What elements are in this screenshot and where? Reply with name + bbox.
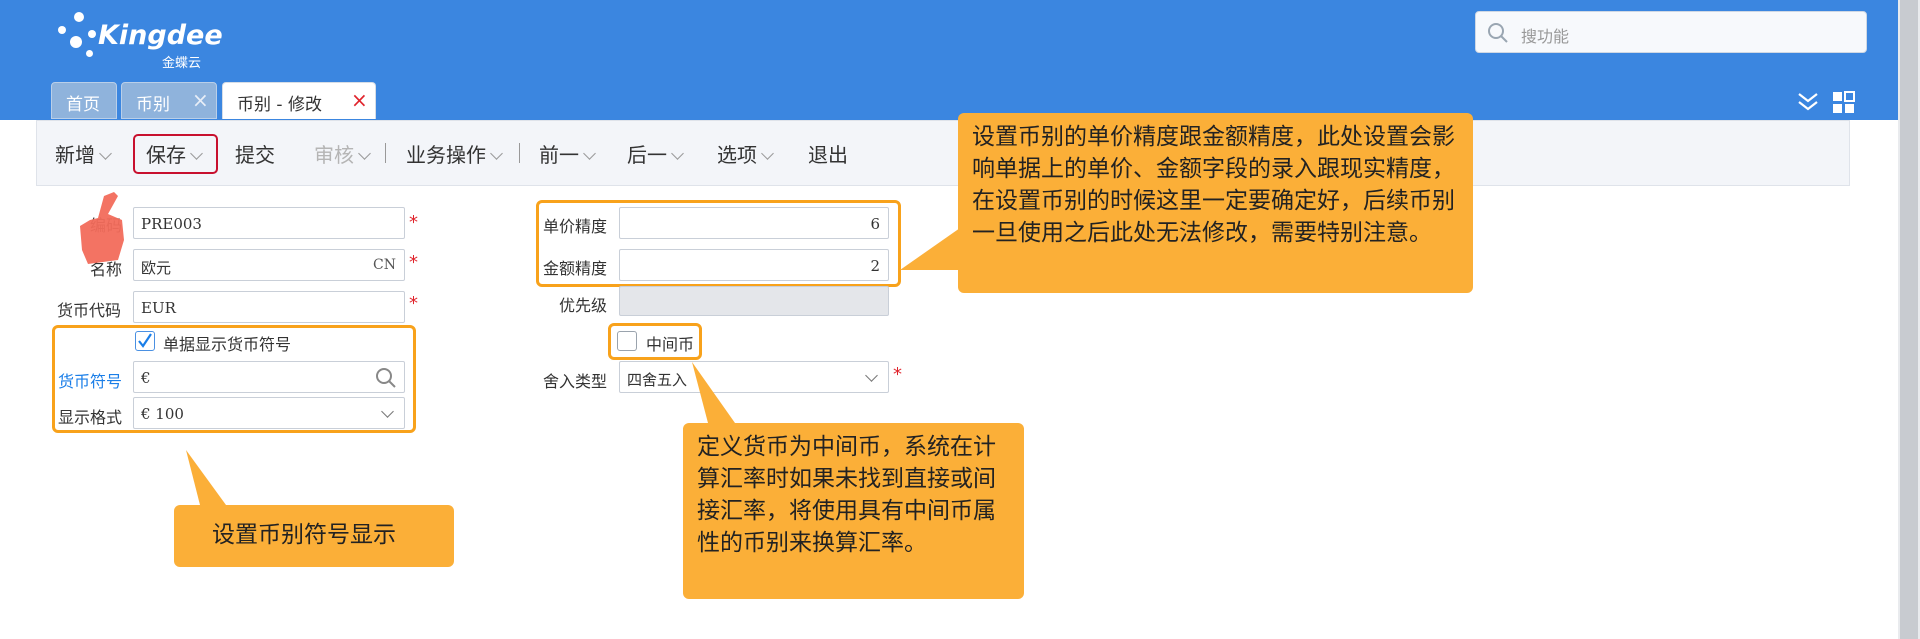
intermediate-callout-pointer <box>692 362 735 423</box>
precision-callout-pointer <box>900 228 960 270</box>
precision-callout: 设置币别的单价精度跟金额精度，此处设置会影响单据上的单价、金额字段的录入跟现实精… <box>958 113 1473 293</box>
scrollbar-thumb[interactable] <box>1900 0 1918 639</box>
intermediate-callout: 定义货币为中间币，系统在计算汇率时如果未找到直接或间接汇率，将使用具有中间币属性… <box>683 423 1024 599</box>
symbol-callout-pointer <box>186 450 226 505</box>
symbol-callout: 设置币别符号显示 <box>174 505 454 567</box>
